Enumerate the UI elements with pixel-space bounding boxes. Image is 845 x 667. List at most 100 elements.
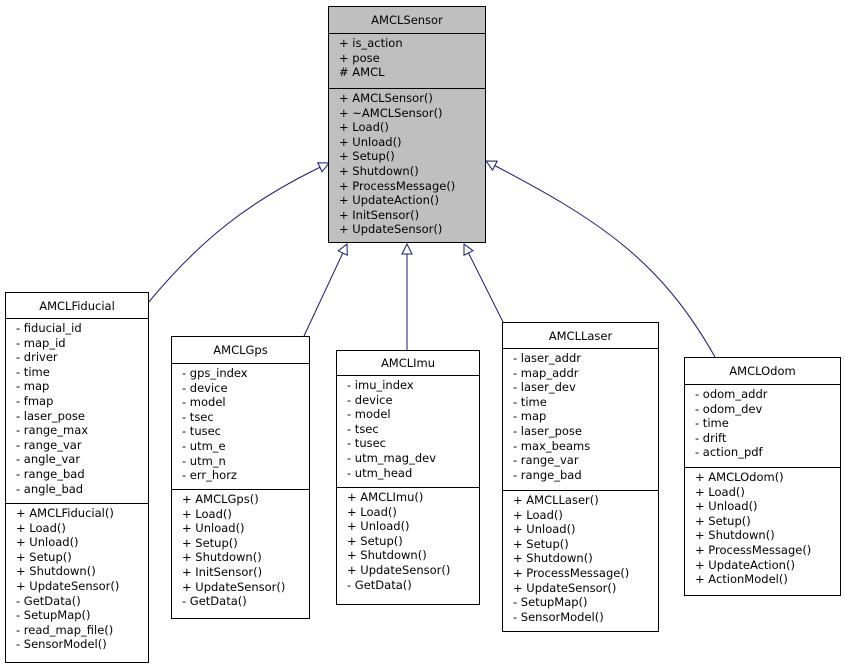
method-item: + AMCLGps() [182, 492, 259, 506]
attributes-section: - odom_addr - odom_dev - time - drift - acti… [685, 385, 840, 467]
method-item: - SensorModel() [16, 637, 107, 652]
method-item: + InitSensor() [182, 564, 263, 579]
method-item: - read_map_file() [16, 622, 114, 637]
class-title: AMCLLaser [503, 323, 658, 349]
attribute-item: - odom_addr [695, 387, 768, 401]
method-item: + UpdateAction() [695, 557, 795, 572]
method-item: + Shutdown() [16, 564, 96, 579]
method-item: + Unload() [513, 522, 576, 537]
method-item: + AMCLImu() [347, 490, 424, 504]
class-title: AMCLSensor [329, 7, 485, 34]
method-item: + UpdateSensor() [182, 579, 286, 594]
attribute-item: - device [347, 392, 393, 407]
method-item: + ProcessMessage() [513, 565, 630, 580]
attribute-item: - device [182, 380, 228, 395]
attribute-item: - time [695, 416, 729, 431]
attribute-item: - tsec [182, 409, 214, 424]
method-item: + UpdateSensor() [16, 578, 120, 593]
attribute-item: - range_bad [16, 466, 85, 481]
class-amclfiducial[interactable]: AMCLFiducial - fiducial_id - map_id - driv… [5, 292, 149, 663]
attributes-section: - imu_index - device - model - tsec - tusec -… [337, 376, 479, 487]
method-item: - SetupMap() [16, 608, 91, 623]
methods-section: + AMCLGps() + Load() + Unload() + Setup() + … [172, 489, 309, 611]
class-amclimu[interactable]: AMCLImu - imu_index - device - model - tsec… [336, 350, 480, 605]
method-item: + Load() [513, 507, 563, 522]
attribute-item: - gps_index [182, 366, 248, 380]
method-item: + Unload() [182, 521, 245, 536]
edge-gps-to-sensor [303, 244, 347, 337]
class-title: AMCLGps [172, 337, 309, 364]
method-item: + Unload() [16, 535, 79, 550]
attribute-item: + pose [339, 50, 380, 65]
attribute-item: - time [513, 394, 547, 409]
class-amclsensor[interactable]: AMCLSensor + is_action + pose # AMCL + AMC… [328, 6, 486, 243]
method-item: + Load() [182, 506, 232, 521]
attribute-item: - max_beams [513, 438, 591, 453]
method-item: + AMCLLaser() [513, 493, 599, 507]
attribute-item: - range_var [513, 453, 579, 468]
attribute-item: - utm_head [347, 465, 413, 480]
attribute-item: - laser_pose [513, 423, 582, 438]
attributes-section: - laser_addr - map_addr - laser_dev - time -… [503, 349, 658, 490]
attributes-section: - gps_index - device - model - tsec - tusec -… [172, 364, 309, 489]
attribute-item: - map [16, 379, 50, 394]
class-title: AMCLImu [337, 351, 479, 376]
attribute-item: - driver [16, 350, 58, 365]
attribute-item: - laser_dev [513, 380, 576, 395]
method-item: + ProcessMessage() [695, 542, 812, 557]
methods-section: + AMCLLaser() + Load() + Unload() + Setup()… [503, 490, 658, 626]
class-amcllaser[interactable]: AMCLLaser - laser_addr - map_addr - laser_… [502, 322, 659, 632]
attribute-item: - model [182, 395, 226, 410]
attribute-item: - model [347, 407, 391, 422]
attribute-item: - action_pdf [695, 445, 763, 460]
method-item: - GetData() [182, 594, 247, 609]
method-item: + ProcessMessage() [339, 178, 456, 193]
attribute-item: - angle_var [16, 452, 81, 467]
class-amclodom[interactable]: AMCLOdom - odom_addr - odom_dev - time - dr… [684, 357, 841, 596]
method-item: + Setup() [182, 535, 238, 550]
attribute-item: - tusec [182, 424, 221, 439]
method-item: + AMCLFiducial() [16, 506, 114, 520]
methods-section: + AMCLSensor() + ~AMCLSensor() + Load() + U… [329, 88, 485, 239]
methods-section: + AMCLFiducial() + Load() + Unload() + Setu… [6, 503, 148, 654]
method-item: + AMCLOdom() [695, 470, 784, 484]
attribute-item: - utm_mag_dev [347, 450, 437, 465]
method-item: + Unload() [695, 499, 758, 514]
attribute-item: # AMCL [339, 65, 385, 80]
method-item: + Shutdown() [182, 550, 262, 565]
attribute-item: + is_action [339, 36, 403, 50]
edge-laser-to-sensor [464, 244, 504, 323]
attribute-item: - laser_addr [513, 351, 581, 365]
method-item: + Setup() [513, 536, 569, 551]
method-item: + Setup() [339, 149, 395, 164]
attribute-item: - tusec [347, 436, 386, 451]
method-item: + UpdateSensor() [339, 222, 443, 237]
method-item: + Setup() [695, 513, 751, 528]
method-item: + AMCLSensor() [339, 91, 433, 105]
attribute-item: - map_addr [513, 365, 579, 380]
attribute-item: - range_var [16, 437, 82, 452]
attribute-item: - tsec [347, 421, 379, 436]
class-amclgps[interactable]: AMCLGps - gps_index - device - model - tsec… [171, 336, 310, 619]
method-item: + UpdateSensor() [347, 562, 451, 577]
method-item: - SensorModel() [513, 609, 604, 624]
class-title: AMCLFiducial [6, 293, 148, 319]
method-item: + ~AMCLSensor() [339, 105, 443, 120]
edge-fiducial-to-sensor [147, 163, 329, 304]
attribute-item: - utm_n [182, 453, 226, 468]
methods-section: + AMCLOdom() + Load() + Unload() + Setup() +… [685, 467, 840, 589]
method-item: + Load() [16, 520, 66, 535]
method-item: + Unload() [339, 134, 402, 149]
method-item: + Unload() [347, 519, 410, 534]
attribute-item: - map_id [16, 335, 66, 350]
attribute-item: - err_horz [182, 468, 237, 483]
method-item: - SetupMap() [513, 595, 588, 610]
method-item: + Setup() [347, 533, 403, 548]
attribute-item: - range_max [16, 423, 89, 438]
method-item: + Shutdown() [347, 548, 427, 563]
attribute-item: - range_bad [513, 467, 582, 482]
attribute-item: - fiducial_id [16, 321, 82, 335]
attribute-item: - utm_e [182, 438, 226, 453]
attributes-section: - fiducial_id - map_id - driver - time - map… [6, 319, 148, 503]
method-item: + UpdateAction() [339, 193, 439, 208]
